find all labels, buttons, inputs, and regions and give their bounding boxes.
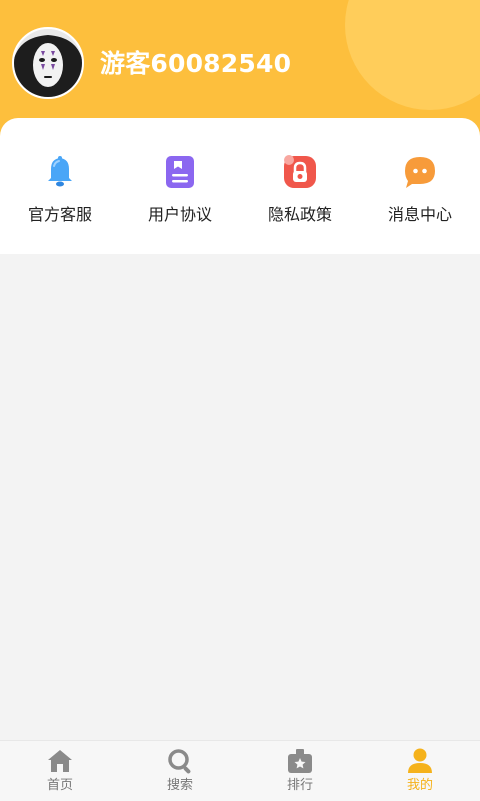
user-icon — [408, 748, 432, 773]
nav-label: 排行 — [286, 778, 313, 793]
header-decoration — [345, 0, 480, 110]
nav-item-mine[interactable]: 我的 — [360, 741, 480, 801]
nav-item-home[interactable]: 首页 — [0, 741, 120, 801]
chat-bubble-icon — [405, 157, 435, 188]
menu-item-label: 用户协议 — [147, 205, 212, 224]
nav-item-ranking[interactable]: 排行 — [240, 741, 360, 801]
avatar[interactable] — [12, 27, 84, 99]
menu-item-customer-service[interactable]: 官方客服 — [0, 118, 120, 254]
username: 游客60082540 — [100, 49, 292, 78]
privacy-lock-icon — [284, 155, 316, 188]
menu-item-label: 消息中心 — [387, 205, 452, 224]
ranking-icon — [288, 749, 312, 773]
nav-label: 首页 — [46, 778, 73, 793]
document-icon — [166, 156, 194, 188]
nav-item-search[interactable]: 搜索 — [120, 741, 240, 801]
menu-item-user-agreement[interactable]: 用户协议 — [120, 118, 240, 254]
menu-grid: 官方客服 用户协议 隐私政策 消息中心 — [0, 118, 480, 254]
menu-item-privacy-policy[interactable]: 隐私政策 — [240, 118, 360, 254]
home-icon — [48, 750, 72, 772]
menu-item-message-center[interactable]: 消息中心 — [360, 118, 480, 254]
search-icon — [168, 749, 191, 774]
nav-label: 搜索 — [166, 778, 193, 793]
menu-item-label: 官方客服 — [27, 205, 92, 224]
menu-item-label: 隐私政策 — [267, 205, 332, 224]
bell-icon — [48, 156, 72, 187]
bottom-navigation: 首页 搜索 排行 我的 — [0, 740, 480, 801]
no-face-mask-avatar-icon — [14, 29, 82, 97]
menu-card: 官方客服 用户协议 隐私政策 消息中心 — [0, 118, 480, 254]
nav-label: 我的 — [406, 778, 433, 793]
